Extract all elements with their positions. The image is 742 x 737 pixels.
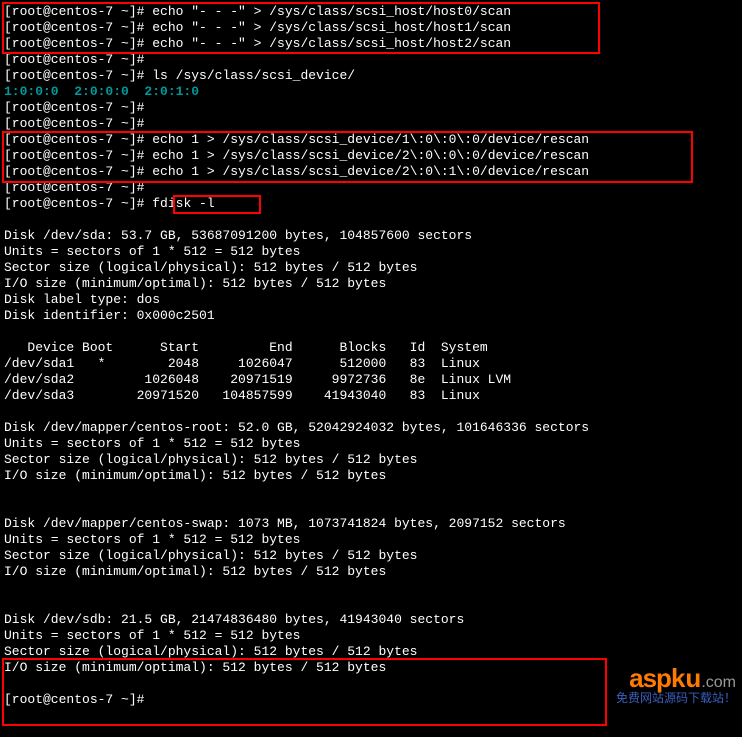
prompt-line[interactable]: [root@centos-7 ~]# echo "- - -" > /sys/c… — [4, 4, 738, 20]
fdisk-output: Units = sectors of 1 * 512 = 512 bytes — [4, 244, 738, 260]
blank-line — [4, 484, 738, 500]
partition-row: /dev/sda1 * 2048 1026047 512000 83 Linux — [4, 356, 738, 372]
prompt-line[interactable]: [root@centos-7 ~]# echo 1 > /sys/class/s… — [4, 148, 738, 164]
partition-row: /dev/sda3 20971520 104857599 41943040 83… — [4, 388, 738, 404]
blank-line — [4, 596, 738, 612]
prompt-line[interactable]: [root@centos-7 ~]# echo "- - -" > /sys/c… — [4, 36, 738, 52]
fdisk-output: Disk /dev/sdb: 21.5 GB, 21474836480 byte… — [4, 612, 738, 628]
fdisk-output: Disk /dev/mapper/centos-root: 52.0 GB, 5… — [4, 420, 738, 436]
prompt-line[interactable]: [root@centos-7 ~]# echo 1 > /sys/class/s… — [4, 132, 738, 148]
fdisk-output: Sector size (logical/physical): 512 byte… — [4, 260, 738, 276]
fdisk-output: Sector size (logical/physical): 512 byte… — [4, 548, 738, 564]
fdisk-output: I/O size (minimum/optimal): 512 bytes / … — [4, 660, 738, 676]
prompt-line[interactable]: [root@centos-7 ~]# — [4, 692, 738, 708]
blank-line — [4, 676, 738, 692]
prompt-line[interactable]: [root@centos-7 ~]# — [4, 52, 738, 68]
fdisk-output: Sector size (logical/physical): 512 byte… — [4, 644, 738, 660]
partition-row: /dev/sda2 1026048 20971519 9972736 8e Li… — [4, 372, 738, 388]
prompt-line[interactable]: [root@centos-7 ~]# echo 1 > /sys/class/s… — [4, 164, 738, 180]
command-text: echo "- - -" > /sys/class/scsi_host/host… — [152, 36, 511, 51]
fdisk-output: I/O size (minimum/optimal): 512 bytes / … — [4, 564, 738, 580]
command-text: echo 1 > /sys/class/scsi_device/1\:0\:0\… — [152, 132, 589, 147]
command-text: echo "- - -" > /sys/class/scsi_host/host… — [152, 20, 511, 35]
blank-line — [4, 404, 738, 420]
fdisk-output: Units = sectors of 1 * 512 = 512 bytes — [4, 628, 738, 644]
blank-line — [4, 212, 738, 228]
blank-line — [4, 500, 738, 516]
fdisk-output: Disk /dev/sda: 53.7 GB, 53687091200 byte… — [4, 228, 738, 244]
blank-line — [4, 580, 738, 596]
prompt-line[interactable]: [root@centos-7 ~]# echo "- - -" > /sys/c… — [4, 20, 738, 36]
command-text: ls /sys/class/scsi_device/ — [152, 68, 355, 83]
partition-header: Device Boot Start End Blocks Id System — [4, 340, 738, 356]
fdisk-output: Units = sectors of 1 * 512 = 512 bytes — [4, 532, 738, 548]
fdisk-output: I/O size (minimum/optimal): 512 bytes / … — [4, 468, 738, 484]
prompt-line[interactable]: [root@centos-7 ~]# — [4, 180, 738, 196]
fdisk-output: Disk /dev/mapper/centos-swap: 1073 MB, 1… — [4, 516, 738, 532]
command-text: fdisk -l — [152, 196, 214, 211]
blank-line — [4, 324, 738, 340]
ls-output: 1:0:0:0 2:0:0:0 2:0:1:0 — [4, 84, 738, 100]
command-text: echo 1 > /sys/class/scsi_device/2\:0\:0\… — [152, 148, 589, 163]
prompt-line[interactable]: [root@centos-7 ~]# fdisk -l — [4, 196, 738, 212]
prompt-line[interactable]: [root@centos-7 ~]# ls /sys/class/scsi_de… — [4, 68, 738, 84]
fdisk-output: I/O size (minimum/optimal): 512 bytes / … — [4, 276, 738, 292]
fdisk-output: Disk label type: dos — [4, 292, 738, 308]
command-text: echo "- - -" > /sys/class/scsi_host/host… — [152, 4, 511, 19]
fdisk-output: Units = sectors of 1 * 512 = 512 bytes — [4, 436, 738, 452]
command-text: echo 1 > /sys/class/scsi_device/2\:0\:1\… — [152, 164, 589, 179]
prompt-line[interactable]: [root@centos-7 ~]# — [4, 100, 738, 116]
fdisk-output: Disk identifier: 0x000c2501 — [4, 308, 738, 324]
fdisk-output: Sector size (logical/physical): 512 byte… — [4, 452, 738, 468]
prompt-line[interactable]: [root@centos-7 ~]# — [4, 116, 738, 132]
